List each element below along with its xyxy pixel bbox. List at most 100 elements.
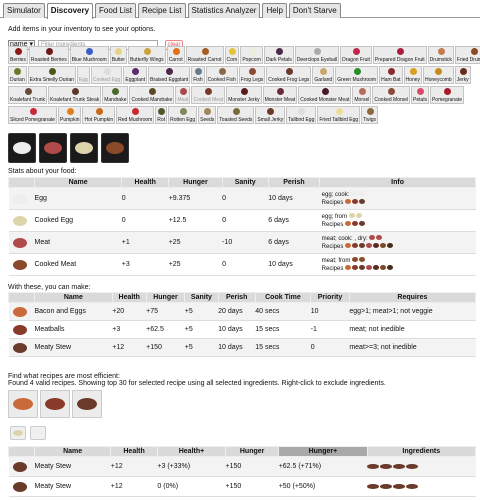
column-header-ingredients[interactable]: Ingredients xyxy=(366,446,477,457)
ingredient-tallbird-egg[interactable]: Tallbird Egg xyxy=(286,106,317,124)
ingredient-fried-tallbird-egg[interactable]: Fried Tallbird Egg xyxy=(317,106,361,124)
ingredient-dragon-fruit[interactable]: Dragon Fruit xyxy=(340,46,372,64)
ingredient-fried-drumstick[interactable]: Fried Drumstick xyxy=(454,46,480,64)
ingredient-cooked-egg[interactable]: Cooked Egg xyxy=(90,66,123,84)
ingredient-cooked-fish[interactable]: Cooked Fish xyxy=(205,66,238,84)
ingredient-small-jerky[interactable]: Small Jerky xyxy=(255,106,286,124)
source-icon[interactable] xyxy=(376,235,383,241)
recipe-icon[interactable] xyxy=(380,243,387,249)
recipe-icon[interactable] xyxy=(380,265,387,271)
ingredient-fish[interactable]: Fish xyxy=(191,66,205,84)
column-header-sanity[interactable]: Sanity xyxy=(221,177,269,188)
ingredient-deerclops-eyeball[interactable]: Deerclops Eyeball xyxy=(294,46,340,64)
ingredient-durian[interactable]: Durian xyxy=(8,66,27,84)
recipe-option[interactable] xyxy=(8,390,38,418)
ingredient-ham-bat[interactable]: Ham Bat xyxy=(379,66,403,84)
recipe-icon[interactable] xyxy=(345,265,352,271)
recipe-icon[interactable] xyxy=(352,221,359,227)
column-header-hunger[interactable]: Hunger xyxy=(145,292,186,303)
ingredient-seeds[interactable]: Seeds xyxy=(198,106,217,124)
ingredient-monster-jerky[interactable]: Monster Jerky xyxy=(226,86,262,104)
selected-ingredient[interactable] xyxy=(8,133,36,163)
ingredient-koalefant-trunk-steak[interactable]: Koalefant Trunk Steak xyxy=(48,86,102,104)
ingredient-sliced-pomegranate[interactable]: Sliced Pomegranate xyxy=(8,106,58,124)
ingredient-extra-smelly-durian[interactable]: Extra Smelly Durian xyxy=(27,66,76,84)
source-icon[interactable] xyxy=(352,257,359,263)
ingredient-option[interactable] xyxy=(30,426,46,440)
ingredient-twigs[interactable]: Twigs xyxy=(361,106,378,124)
tab-don-t-starve[interactable]: Don't Starve xyxy=(288,3,341,18)
tab-food-list[interactable]: Food List xyxy=(95,3,136,18)
ingredient-braised-eggplant[interactable]: Braised Eggplant xyxy=(148,66,191,84)
source-icon[interactable] xyxy=(369,235,376,241)
recipe-icon[interactable] xyxy=(373,243,380,249)
column-header-cook-time[interactable]: Cook Time xyxy=(254,292,312,303)
ingredient-petals[interactable]: Petals xyxy=(411,86,429,104)
column-header-hunger[interactable]: Hunger xyxy=(225,446,280,457)
ingredient-toasted-seeds[interactable]: Toasted Seeds xyxy=(217,106,255,124)
ingredient-frog-legs[interactable]: Frog Legs xyxy=(238,66,266,84)
column-header-perish[interactable]: Perish xyxy=(267,177,321,188)
ingredient-red-mushroom[interactable]: Red Mushroom xyxy=(116,106,155,124)
ingredient-cooked-monster-meat[interactable]: Cooked Monster Meat xyxy=(298,86,352,104)
column-header-health[interactable]: Health xyxy=(111,292,147,303)
recipe-icon[interactable] xyxy=(352,243,359,249)
column-header-name[interactable]: Name xyxy=(34,292,113,303)
selected-ingredient[interactable] xyxy=(39,133,67,163)
ingredient-pomegranate[interactable]: Pomegranate xyxy=(429,86,464,104)
ingredient-monster-meat[interactable]: Monster Meat xyxy=(262,86,298,104)
ingredient-prepared-dragon-fruit[interactable]: Prepared Dragon Fruit xyxy=(372,46,427,64)
ingredient-roasted-carrot[interactable]: Roasted Carrot xyxy=(185,46,224,64)
column-header-hunger[interactable]: Hunger xyxy=(168,177,223,188)
tab-simulator[interactable]: Simulator xyxy=(3,3,45,18)
ingredient-eggplant[interactable]: Eggplant xyxy=(123,66,148,84)
source-icon[interactable] xyxy=(358,191,365,197)
column-header-priority[interactable]: Priority xyxy=(310,292,350,303)
ingredient-drumstick[interactable]: Drumstick xyxy=(427,46,454,64)
column-header-hunger[interactable]: Hunger+ xyxy=(278,446,368,457)
recipe-icon[interactable] xyxy=(359,265,366,271)
tab-recipe-list[interactable]: Recipe List xyxy=(137,3,186,18)
recipe-icon[interactable] xyxy=(373,265,380,271)
recipe-icon[interactable] xyxy=(345,243,352,249)
ingredient-jerky[interactable]: Jerky xyxy=(454,66,471,84)
recipe-icon[interactable] xyxy=(359,199,366,205)
ingredient-blue-mushroom[interactable]: Blue Mushroom xyxy=(69,46,109,64)
column-header-sanity[interactable]: Sanity xyxy=(184,292,219,303)
column-header-health[interactable]: Health xyxy=(121,177,170,188)
ingredient-morsel[interactable]: Morsel xyxy=(352,86,372,104)
column-header-health[interactable]: Health+ xyxy=(156,446,227,457)
ingredient-honeycomb[interactable]: Honeycomb xyxy=(423,66,454,84)
column-header-health[interactable]: Health xyxy=(110,446,158,457)
ingredient-dark-petals[interactable]: Dark Petals xyxy=(263,46,294,64)
recipe-icon[interactable] xyxy=(352,199,359,205)
source-icon[interactable] xyxy=(348,213,355,219)
selected-ingredient[interactable] xyxy=(70,133,98,163)
ingredient-popcorn[interactable]: Popcorn xyxy=(240,46,263,64)
ingredient-green-mushroom[interactable]: Green Mushroom xyxy=(335,66,379,84)
ingredient-butterfly-wings[interactable]: Butterfly Wings xyxy=(128,46,166,64)
ingredient-egg[interactable]: Egg xyxy=(76,66,90,84)
recipe-icon[interactable] xyxy=(366,265,373,271)
ingredient-berries[interactable]: Berries xyxy=(8,46,28,64)
column-header-perish[interactable]: Perish xyxy=(217,292,256,303)
ingredient-hot-pumpkin[interactable]: Hot Pumpkin xyxy=(82,106,116,124)
ingredient-rotten-egg[interactable]: Rotten Egg xyxy=(168,106,198,124)
ingredient-roasted-berries[interactable]: Roasted Berries xyxy=(28,46,69,64)
recipe-icon[interactable] xyxy=(352,265,359,271)
ingredient-mandrake[interactable]: Mandrake xyxy=(102,86,129,104)
recipe-option[interactable] xyxy=(40,390,70,418)
source-icon[interactable] xyxy=(351,191,358,197)
recipe-icon[interactable] xyxy=(345,221,352,227)
tab-discovery[interactable]: Discovery xyxy=(46,3,94,19)
column-header-requires[interactable]: Requires xyxy=(348,292,477,303)
ingredient-koalefant-trunk[interactable]: Koalefant Trunk xyxy=(8,86,48,104)
ingredient-garland[interactable]: Garland xyxy=(312,66,335,84)
recipe-icon[interactable] xyxy=(345,199,352,205)
tab-statistics-analyzer[interactable]: Statistics Analyzer xyxy=(187,3,261,18)
recipe-icon[interactable] xyxy=(359,243,366,249)
ingredient-meat[interactable]: Meat xyxy=(175,86,191,104)
ingredient-honey[interactable]: Honey xyxy=(403,66,422,84)
ingredient-carrot[interactable]: Carrot xyxy=(166,46,185,64)
source-icon[interactable] xyxy=(355,213,362,219)
